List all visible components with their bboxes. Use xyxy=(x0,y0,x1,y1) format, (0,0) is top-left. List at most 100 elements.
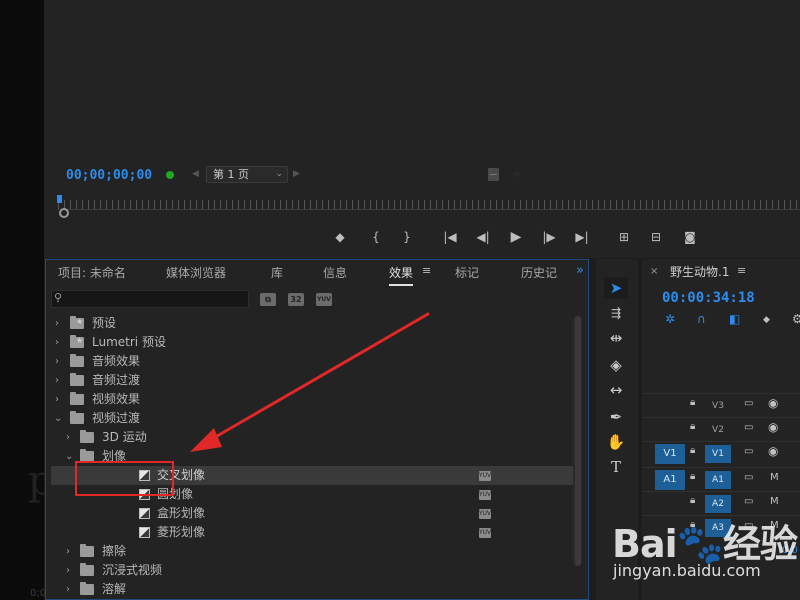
yuv-badge-icon: YUV xyxy=(479,509,492,519)
chevron-right-icon: › xyxy=(66,432,70,443)
program-monitor xyxy=(44,0,800,258)
32bit-effects-button[interactable]: 32 xyxy=(288,293,304,306)
in-point-icon[interactable]: { xyxy=(366,228,386,246)
mute-icon[interactable]: M xyxy=(770,472,779,483)
sync-lock-icon[interactable]: ▭ xyxy=(744,446,753,457)
highlight-box xyxy=(75,461,174,496)
go-to-in-icon[interactable]: |◀ xyxy=(440,228,460,246)
tree-item-wipe[interactable]: › 擦除 xyxy=(51,542,575,561)
tree-item-video-transitions[interactable]: ⌄ 视频过渡 xyxy=(51,409,575,428)
zoom-handle-icon[interactable] xyxy=(59,208,69,218)
folder-icon xyxy=(70,392,84,405)
tree-item-iris-box[interactable]: 盒形划像 YUV xyxy=(51,504,575,523)
sync-lock-icon[interactable]: ▭ xyxy=(744,422,753,433)
tab-info[interactable]: 信息 xyxy=(323,264,347,281)
tab-library[interactable]: 库 xyxy=(271,264,283,281)
track-name[interactable]: V2 xyxy=(705,421,731,439)
playhead-icon[interactable] xyxy=(57,195,62,203)
ripple-edit-tool-icon[interactable]: ⇹ xyxy=(604,327,628,349)
timeline-timecode[interactable]: 00:00:34:18 xyxy=(662,290,755,306)
hand-tool-icon[interactable]: ✋ xyxy=(604,431,628,453)
linked-select-icon[interactable]: ◧ xyxy=(729,312,740,326)
step-back-icon[interactable]: ◀| xyxy=(473,228,493,246)
sync-lock-icon[interactable]: ▭ xyxy=(744,496,753,507)
watermark-url: jingyan.baidu.com xyxy=(613,561,761,580)
tab-project[interactable]: 项目: 未命名 xyxy=(58,264,126,281)
tree-item-iris-diamond[interactable]: 菱形划像 YUV xyxy=(51,523,575,542)
track-name[interactable]: A2 xyxy=(705,495,731,513)
mute-icon[interactable]: M xyxy=(770,496,779,507)
tree-item-presets[interactable]: › 预设 xyxy=(51,312,575,333)
marker-icon[interactable]: ◆ xyxy=(330,228,350,246)
tab-history[interactable]: 历史记 xyxy=(521,264,557,281)
tree-item-lumetri-presets[interactable]: › Lumetri 预设 xyxy=(51,331,575,352)
monitor-timecode[interactable]: 00;00;00;00 xyxy=(66,168,152,183)
tree-item-3d-motion[interactable]: › 3D 运动 xyxy=(51,428,575,447)
close-icon[interactable]: × xyxy=(650,266,658,277)
camera-icon[interactable]: ◙ xyxy=(680,228,700,246)
eye-icon[interactable]: ◉ xyxy=(768,396,778,410)
insert-icon[interactable]: ⊞ xyxy=(614,228,634,246)
tab-media-browser[interactable]: 媒体浏览器 xyxy=(166,264,226,281)
sequence-tab[interactable]: 野生动物.1 xyxy=(670,263,729,280)
page-select-value: 第 1 页 xyxy=(213,168,249,181)
tab-markers[interactable]: 标记 xyxy=(455,264,479,281)
overwrite-icon[interactable]: ⊟ xyxy=(646,228,666,246)
yuv-effects-icon[interactable]: YUV xyxy=(316,293,332,306)
track-name[interactable]: A1 xyxy=(705,471,731,489)
pen-tool-icon[interactable]: ✒ xyxy=(604,406,628,428)
tree-item-label: 盒形划像 xyxy=(157,506,206,520)
yuv-badge-icon: YUV xyxy=(479,528,492,538)
tree-item-audio-transitions[interactable]: › 音频过渡 xyxy=(51,371,575,390)
page-select[interactable]: 第 1 页 ⌄ xyxy=(206,166,288,183)
time-ruler[interactable] xyxy=(58,200,800,210)
safe-margin-icon[interactable] xyxy=(488,168,499,181)
tabs-overflow-icon[interactable]: » xyxy=(576,263,584,278)
out-point-icon[interactable]: } xyxy=(397,228,417,246)
tab-effects[interactable]: 效果 xyxy=(389,264,414,286)
timeline-menu-icon[interactable]: ≡ xyxy=(737,264,746,277)
sync-lock-icon[interactable]: ▭ xyxy=(744,472,753,483)
tree-item-video-effects[interactable]: › 视频效果 xyxy=(51,390,575,409)
tree-item-immersive-video[interactable]: › 沉浸式视频 xyxy=(51,561,575,580)
scrollbar-thumb[interactable] xyxy=(575,316,581,566)
lock-icon[interactable]: 🔒︎ xyxy=(690,397,695,408)
sync-lock-icon[interactable]: ▭ xyxy=(744,398,753,409)
page-prev-icon[interactable]: ◀ xyxy=(192,169,199,179)
source-patch[interactable]: V1 xyxy=(655,444,685,464)
selection-tool-icon[interactable]: ➤ xyxy=(604,277,628,299)
page-next-icon[interactable]: ▶ xyxy=(293,169,300,179)
step-forward-icon[interactable]: |▶ xyxy=(539,228,559,246)
type-tool-icon[interactable]: T xyxy=(604,456,628,478)
lock-icon[interactable]: 🔒︎ xyxy=(690,495,695,506)
source-patch[interactable]: A1 xyxy=(655,470,685,490)
chevron-right-icon: › xyxy=(55,337,59,348)
settings-dots-icon[interactable]: ⁘ xyxy=(512,168,521,181)
search-icon: ⚲ xyxy=(54,291,63,304)
razor-tool-icon[interactable]: ◈ xyxy=(604,354,628,376)
track-name[interactable]: V1 xyxy=(705,445,731,463)
tree-item-audio-effects[interactable]: › 音频效果 xyxy=(51,352,575,371)
eye-icon[interactable]: ◉ xyxy=(768,420,778,434)
go-to-out-icon[interactable]: ▶| xyxy=(572,228,592,246)
chevron-right-icon: › xyxy=(55,375,59,386)
tree-item-dissolve[interactable]: › 溶解 xyxy=(51,580,575,599)
track-select-tool-icon[interactable]: ⇶ xyxy=(604,302,628,324)
lock-icon[interactable]: 🔒︎ xyxy=(690,445,695,456)
eye-icon[interactable]: ◉ xyxy=(768,444,778,458)
snap-icon[interactable]: ∩ xyxy=(697,312,706,326)
tree-item-label: 3D 运动 xyxy=(102,430,147,444)
add-marker-icon[interactable]: ◆ xyxy=(763,315,770,325)
lock-icon[interactable]: 🔒︎ xyxy=(690,421,695,432)
nest-icon[interactable]: ✲ xyxy=(665,312,675,326)
panel-menu-icon[interactable]: ≡ xyxy=(422,264,431,277)
slip-tool-icon[interactable]: ↔ xyxy=(604,379,628,401)
wrench-icon[interactable]: ⚙ xyxy=(792,312,800,326)
lock-icon[interactable]: 🔒︎ xyxy=(690,471,695,482)
track-name[interactable]: V3 xyxy=(705,397,731,415)
play-icon[interactable]: ▶ xyxy=(506,228,526,246)
accelerated-effects-icon[interactable]: ⧉ xyxy=(260,293,276,306)
folder-icon xyxy=(70,411,84,424)
search-input[interactable] xyxy=(51,290,249,308)
chevron-right-icon: › xyxy=(66,546,70,557)
